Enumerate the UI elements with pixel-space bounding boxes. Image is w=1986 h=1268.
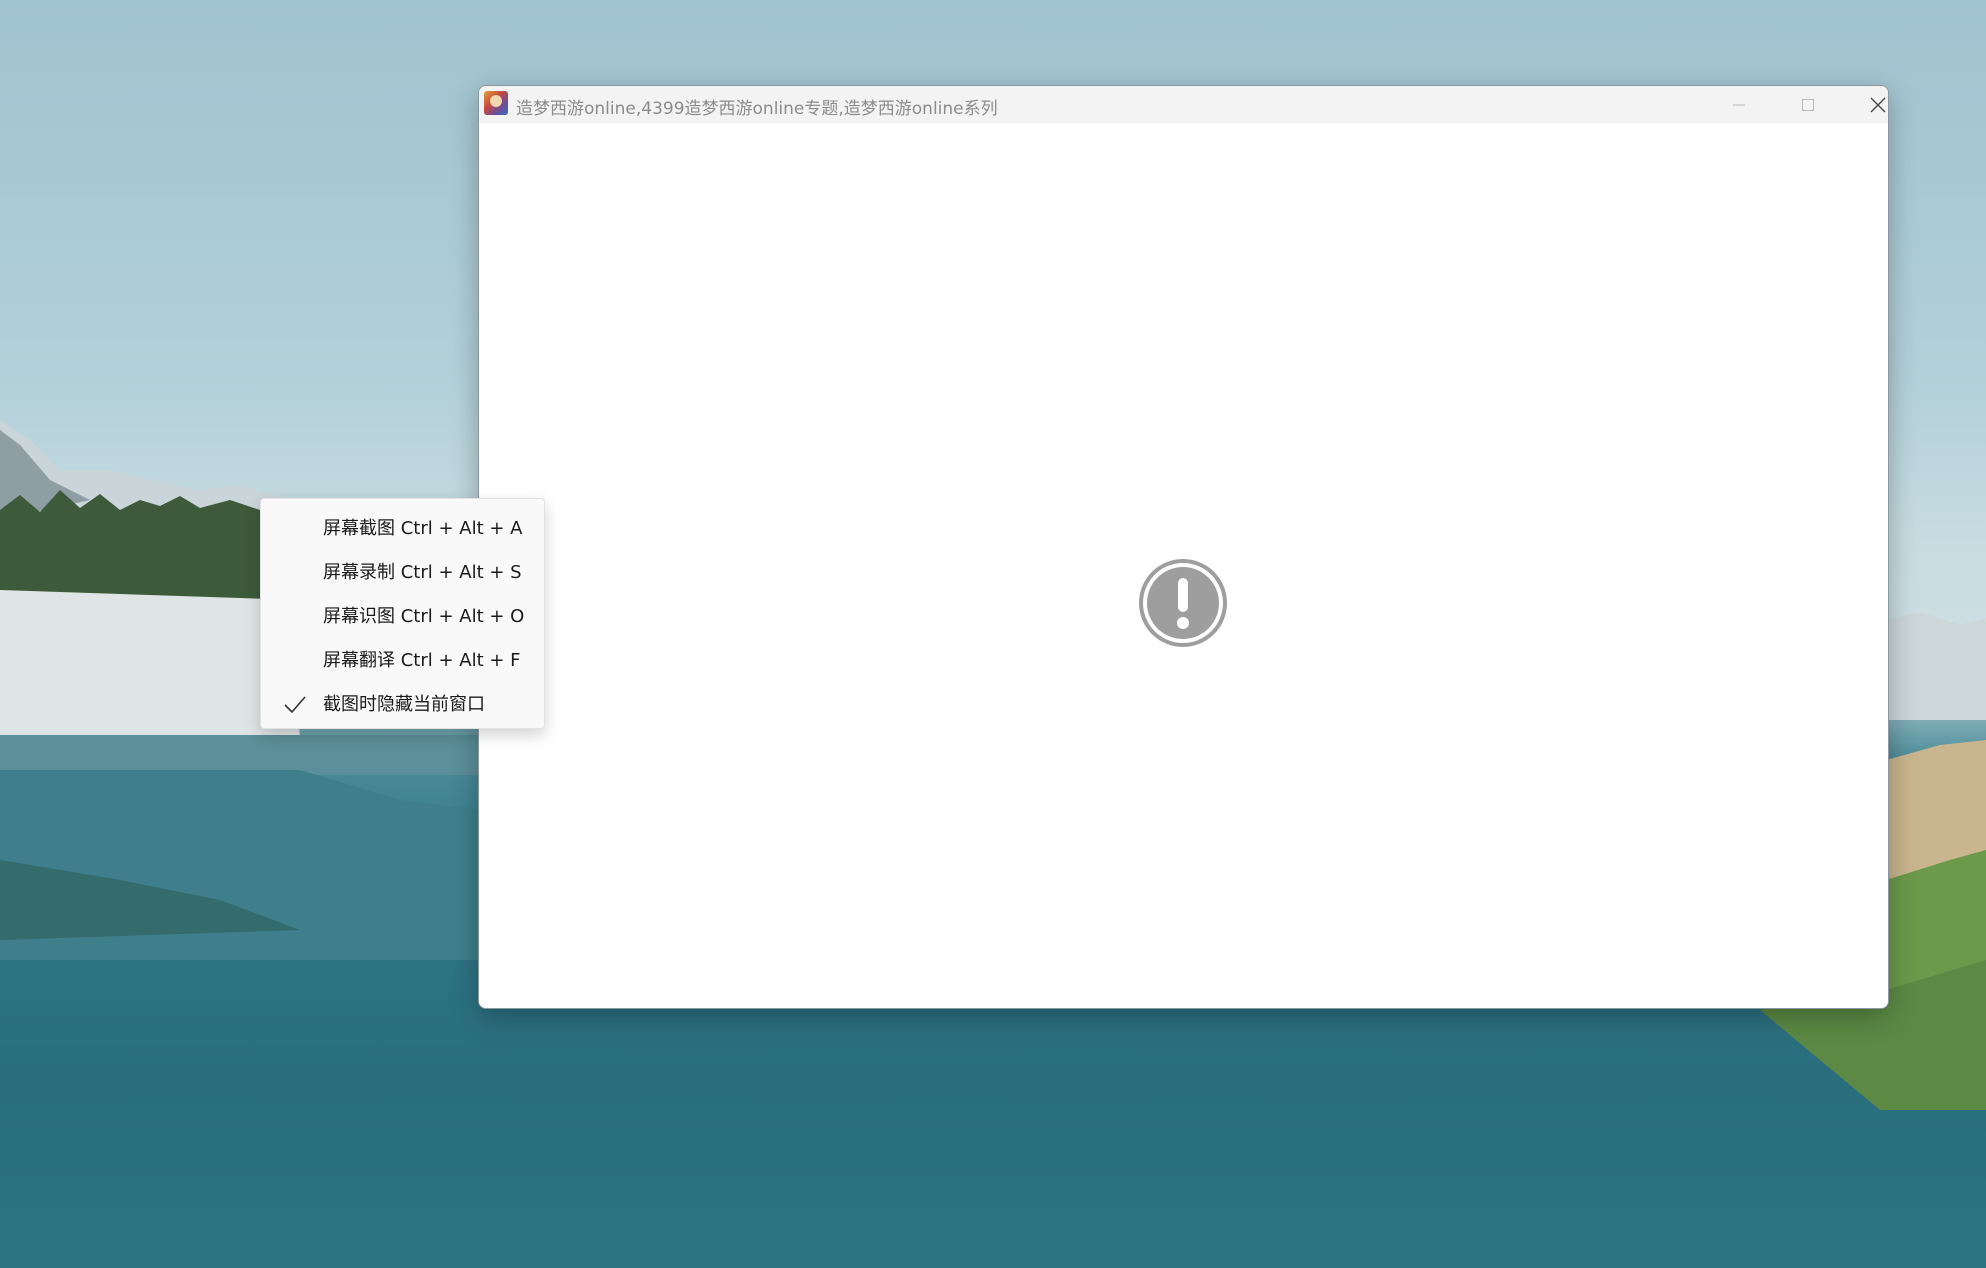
maximize-icon — [1802, 98, 1814, 111]
minimize-button[interactable] — [1709, 86, 1769, 123]
menu-item-screen-record[interactable]: 屏幕录制 Ctrl + Alt + S — [261, 551, 544, 595]
window-title: 造梦西游online,4399造梦西游online专题,造梦西游online系列 — [516, 99, 998, 119]
menu-item-screen-ocr[interactable]: 屏幕识图 Ctrl + Alt + O — [261, 595, 544, 639]
menu-item-label: 屏幕翻译 Ctrl + Alt + F — [323, 650, 521, 671]
menu-item-label: 屏幕截图 Ctrl + Alt + A — [323, 518, 523, 539]
app-window: 造梦西游online,4399造梦西游online专题,造梦西游online系列 — [478, 85, 1889, 1009]
context-menu: 屏幕截图 Ctrl + Alt + A 屏幕录制 Ctrl + Alt + S … — [260, 498, 545, 729]
maximize-button[interactable] — [1778, 86, 1838, 123]
content-area — [479, 123, 1888, 1008]
menu-item-label: 屏幕录制 Ctrl + Alt + S — [323, 562, 522, 583]
close-button[interactable] — [1848, 86, 1888, 123]
menu-item-screen-translate[interactable]: 屏幕翻译 Ctrl + Alt + F — [261, 639, 544, 683]
game-app-icon — [484, 91, 508, 115]
exclamation-circle-icon — [1139, 559, 1227, 647]
title-bar[interactable]: 造梦西游online,4399造梦西游online专题,造梦西游online系列 — [479, 86, 1888, 123]
menu-item-label: 屏幕识图 Ctrl + Alt + O — [323, 606, 525, 627]
menu-item-label: 截图时隐藏当前窗口 — [323, 694, 485, 715]
checkmark-icon — [284, 696, 306, 714]
minimize-icon — [1733, 104, 1745, 105]
menu-item-screenshot[interactable]: 屏幕截图 Ctrl + Alt + A — [261, 507, 544, 551]
menu-item-hide-window[interactable]: 截图时隐藏当前窗口 — [261, 683, 544, 727]
close-icon — [1870, 97, 1886, 112]
